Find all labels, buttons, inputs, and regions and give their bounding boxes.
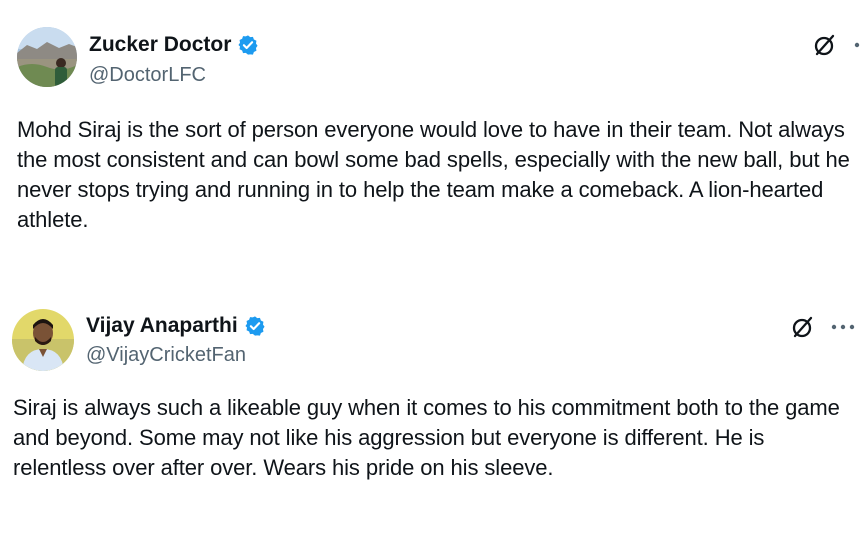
verified-badge-icon: [237, 34, 259, 56]
user-handle[interactable]: @VijayCricketFan: [86, 343, 246, 367]
tweet-card[interactable]: Zucker Doctor @DoctorLFC Mohd Siraj is t…: [0, 0, 864, 290]
tweet-text: Mohd Siraj is the sort of person everyon…: [17, 117, 850, 232]
user-handle[interactable]: @DoctorLFC: [89, 63, 206, 87]
display-name[interactable]: Zucker Doctor: [89, 33, 231, 57]
grok-icon[interactable]: [813, 33, 837, 57]
more-options-icon[interactable]: [852, 33, 864, 57]
display-name[interactable]: Vijay Anaparthi: [86, 314, 238, 338]
more-options-icon[interactable]: [830, 315, 856, 339]
avatar[interactable]: [12, 309, 74, 371]
grok-icon[interactable]: [791, 315, 815, 339]
tweet-text: Siraj is always such a likeable guy when…: [13, 395, 840, 480]
person-avatar-icon: [12, 309, 74, 371]
verified-badge-icon: [244, 315, 266, 337]
landscape-avatar-icon: [17, 27, 77, 87]
avatar[interactable]: [17, 27, 77, 87]
tweet-card[interactable]: Vijay Anaparthi @VijayCricketFan Siraj i…: [0, 290, 864, 540]
